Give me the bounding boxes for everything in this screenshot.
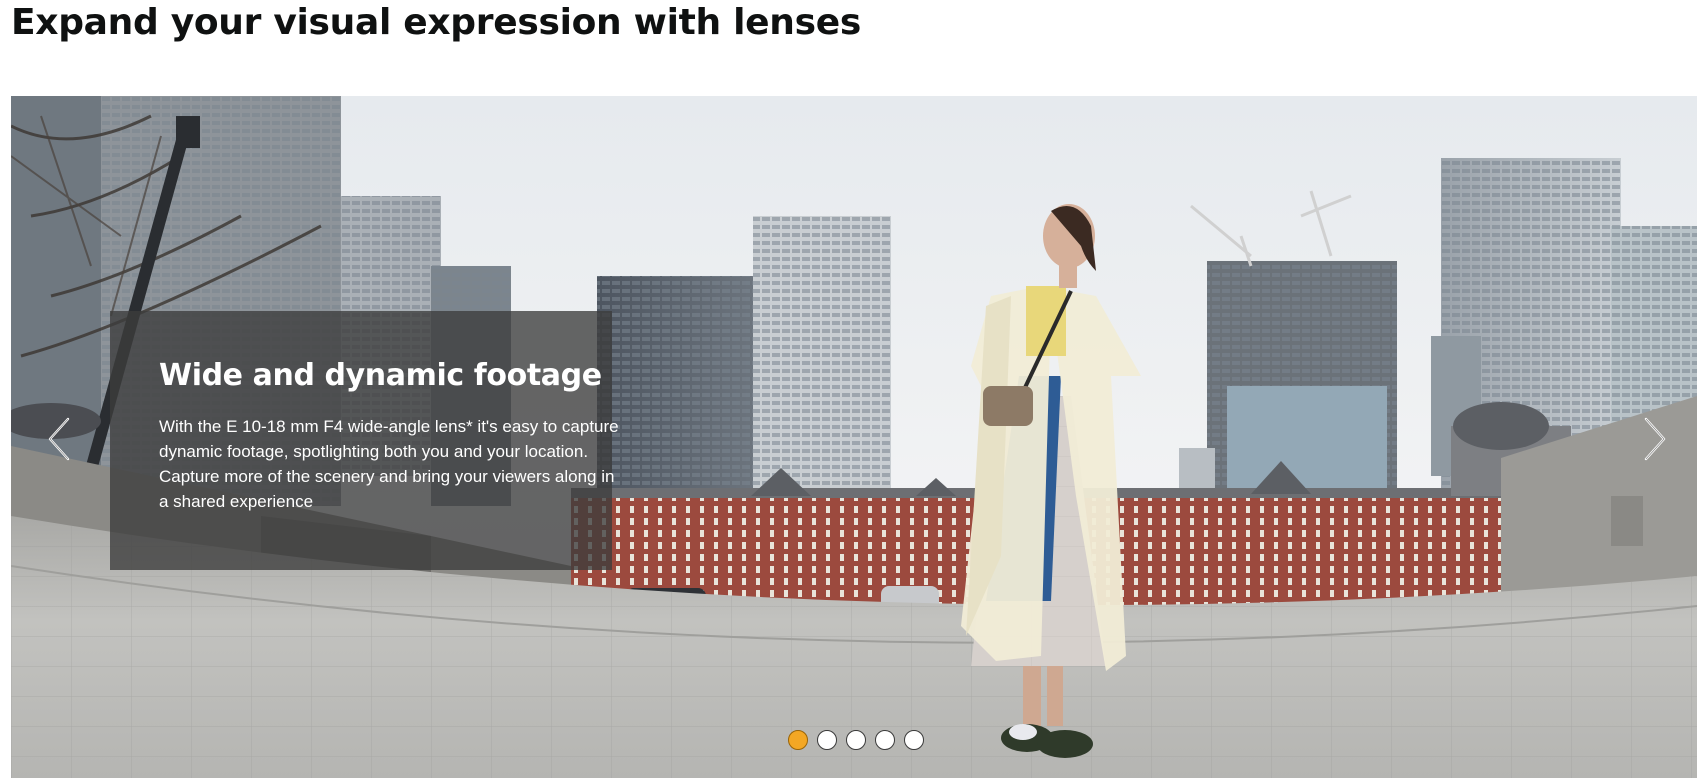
- carousel-dot-4[interactable]: [875, 730, 895, 750]
- carousel-pagination: [788, 730, 924, 752]
- slide-description: With the E 10-18 mm F4 wide-angle lens* …: [159, 417, 619, 511]
- chevron-right-icon: [1644, 417, 1666, 461]
- carousel-dot-5[interactable]: [904, 730, 924, 750]
- carousel-prev-button[interactable]: [37, 404, 81, 474]
- page-title: Expand your visual expression with lense…: [11, 2, 861, 43]
- lens-carousel: Wide and dynamic footage With the E 10-1…: [11, 96, 1697, 778]
- carousel-dot-1[interactable]: [788, 730, 808, 750]
- chevron-left-icon: [48, 417, 70, 461]
- carousel-next-button[interactable]: [1633, 404, 1677, 474]
- carousel-dot-2[interactable]: [817, 730, 837, 750]
- carousel-dot-3[interactable]: [846, 730, 866, 750]
- slide-heading: Wide and dynamic footage: [159, 358, 602, 393]
- slide-caption-panel: Wide and dynamic footage With the E 10-1…: [110, 311, 619, 570]
